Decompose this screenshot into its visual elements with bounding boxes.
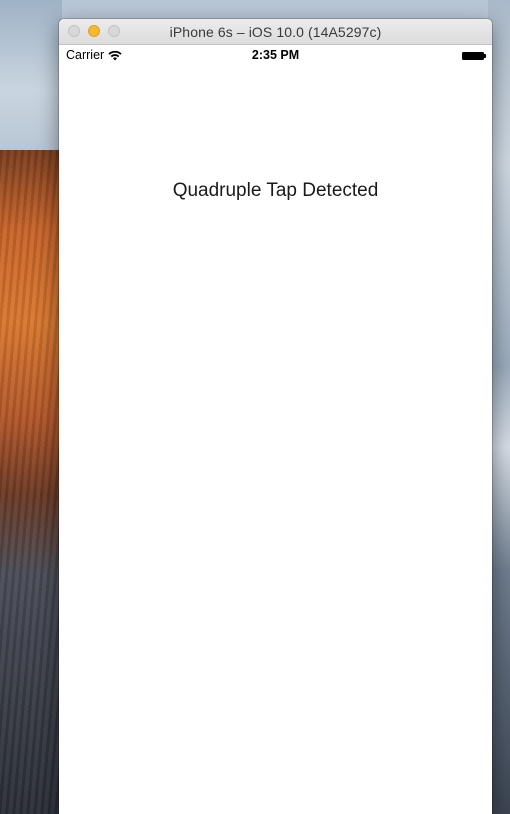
tap-detected-label: Quadruple Tap Detected bbox=[172, 180, 379, 201]
window-titlebar[interactable]: iPhone 6s – iOS 10.0 (14A5297c) bbox=[59, 19, 492, 45]
minimize-button[interactable] bbox=[88, 25, 100, 37]
device-screen[interactable]: Carrier 2:35 PM Quadruple Tap Detected bbox=[59, 45, 492, 814]
wallpaper-sky bbox=[0, 0, 62, 150]
status-bar: Carrier 2:35 PM bbox=[59, 45, 492, 67]
window-title: iPhone 6s – iOS 10.0 (14A5297c) bbox=[169, 23, 382, 40]
wallpaper-cliff bbox=[0, 150, 62, 814]
zoom-button[interactable] bbox=[108, 25, 120, 37]
simulator-window: iPhone 6s – iOS 10.0 (14A5297c) Carrier … bbox=[59, 19, 492, 814]
battery-icon bbox=[462, 52, 486, 60]
close-button[interactable] bbox=[68, 25, 80, 37]
status-time: 2:35 PM bbox=[251, 48, 300, 62]
window-controls bbox=[68, 25, 120, 37]
